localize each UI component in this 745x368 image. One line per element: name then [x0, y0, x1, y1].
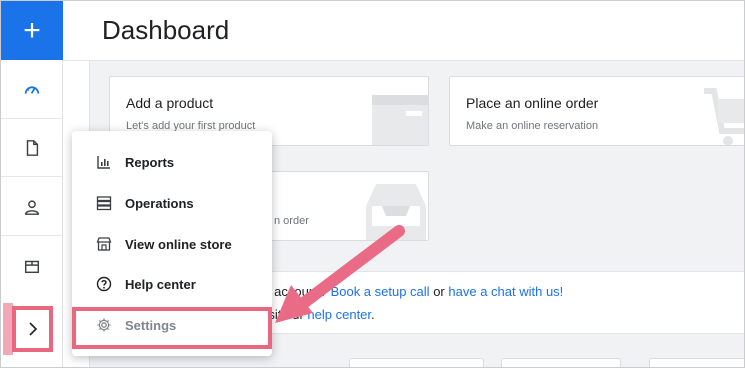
expand-menu-button[interactable] — [12, 306, 53, 352]
chat-with-us-link[interactable]: have a chat with us! — [448, 284, 563, 299]
menu-item-label: Help center — [125, 276, 196, 292]
box-icon — [24, 260, 40, 274]
server-icon — [96, 195, 112, 211]
bottom-card — [349, 358, 484, 367]
menu-item-operations[interactable]: Operations — [72, 183, 272, 223]
help-center-link[interactable]: help center — [307, 307, 371, 322]
menu-item-label: View online store — [125, 236, 232, 252]
rail-item-store[interactable] — [1, 237, 63, 295]
menu-item-label: Reports — [125, 154, 175, 170]
card-place-order[interactable]: Place an online order Make an online res… — [449, 76, 744, 146]
help-line-2: visit our help center. — [259, 307, 375, 322]
card-title: Add a product — [126, 95, 214, 111]
box-illustration-icon — [372, 95, 428, 145]
settings-highlight-box — [72, 307, 272, 349]
bottom-card — [501, 358, 621, 367]
app-window: + Dashboard Add a product Let's add your… — [0, 0, 745, 368]
bottom-card — [649, 358, 744, 367]
storefront-icon — [96, 236, 112, 252]
menu-item-help-center[interactable]: Help center — [72, 264, 272, 304]
book-setup-call-link[interactable]: Book a setup call — [331, 284, 430, 299]
user-icon — [24, 199, 40, 215]
rail-item-customers[interactable] — [1, 178, 63, 236]
help-or-text: or — [433, 284, 445, 299]
add-button[interactable]: + — [1, 1, 63, 60]
add-label: + — [23, 13, 41, 47]
help-line-1: ur account? Book a setup call or have a … — [259, 284, 563, 299]
left-rail: + — [1, 1, 63, 367]
card-title: Place an online order — [466, 95, 599, 111]
card-subtitle: Make an online reservation — [466, 120, 599, 132]
page-header: Dashboard — [63, 1, 744, 61]
rail-item-dashboard[interactable] — [1, 61, 63, 119]
document-icon — [26, 139, 39, 156]
card-subtitle: n order — [274, 215, 309, 227]
menu-item-label: Operations — [125, 195, 194, 211]
rail-item-documents[interactable] — [1, 119, 63, 177]
bar-chart-icon — [96, 154, 112, 170]
menu-item-reports[interactable]: Reports — [72, 142, 272, 182]
menu-item-view-online-store[interactable]: View online store — [72, 224, 272, 264]
speedometer-icon — [24, 85, 40, 94]
help-text-suffix: . — [371, 307, 375, 322]
question-circle-icon — [96, 276, 112, 292]
page-title: Dashboard — [102, 15, 230, 45]
chevron-right-icon — [28, 322, 37, 336]
tray-illustration-icon — [366, 184, 426, 240]
cart-illustration-icon — [704, 88, 744, 145]
